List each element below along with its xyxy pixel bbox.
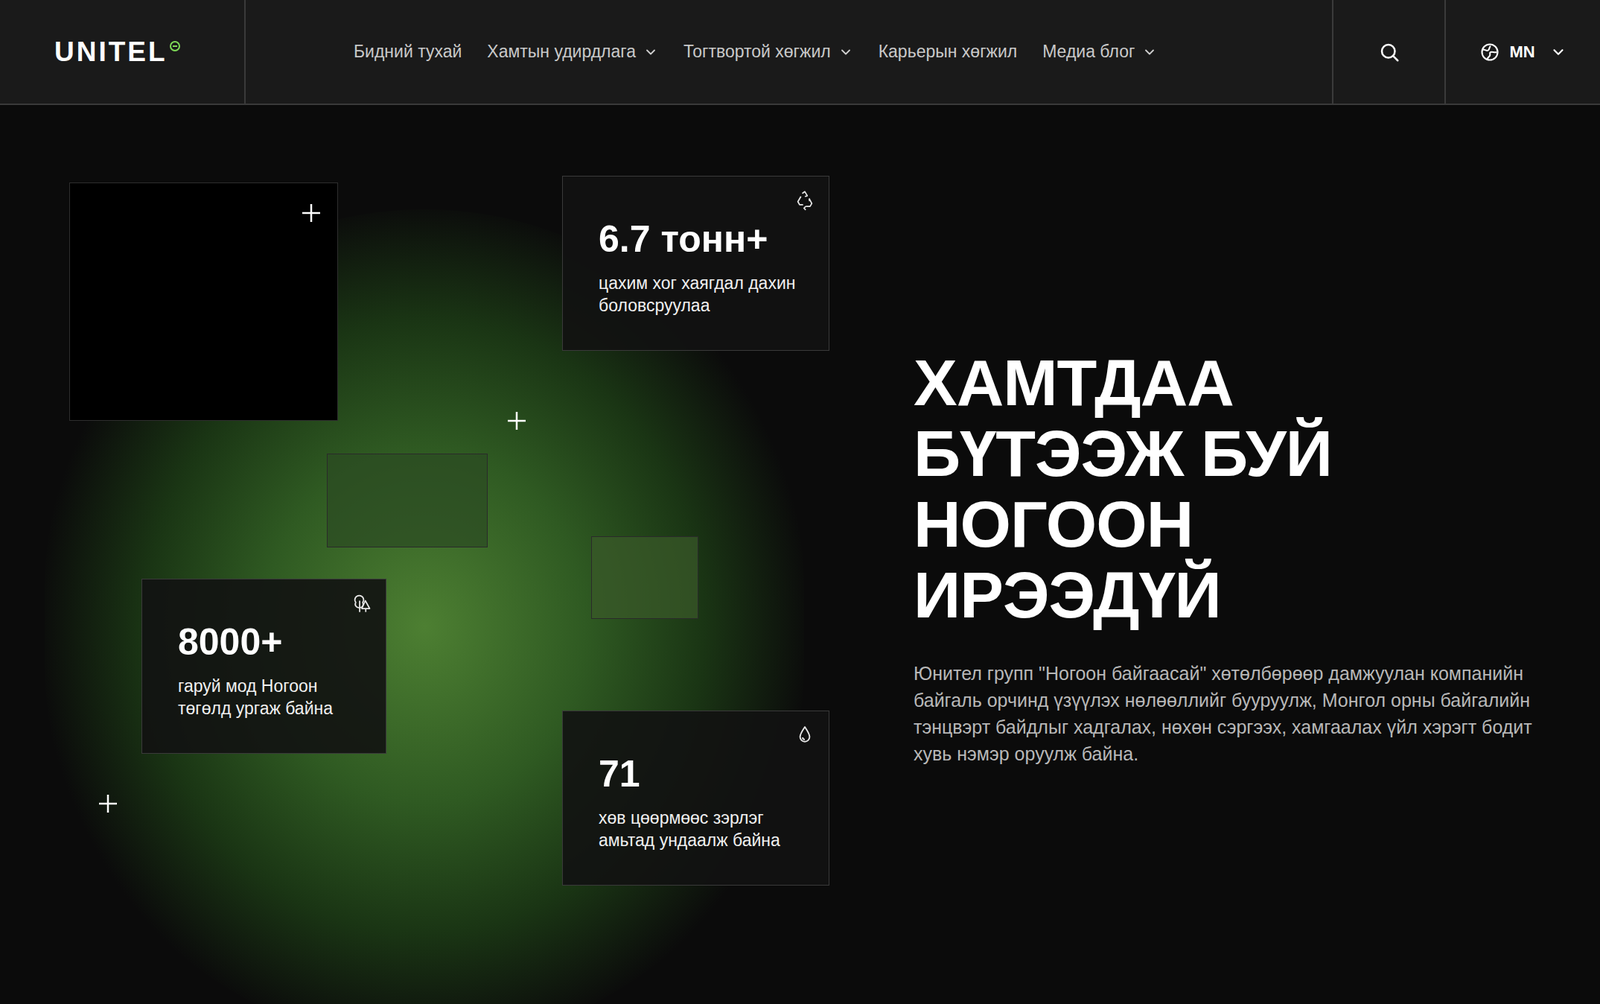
stat-label: цахим хог хаягдал дахин боловсруулаа — [598, 271, 799, 317]
plus-icon — [506, 410, 528, 432]
search-button[interactable] — [1331, 0, 1446, 104]
hero-visual: 6.7 тонн+ цахим хог хаягдал дахин боловср… — [0, 104, 914, 1004]
blur-tile — [326, 453, 488, 548]
nav-item[interactable]: Тогтвортой хөгжил — [683, 38, 854, 65]
stat-value: 8000+ — [177, 619, 356, 665]
hero-title-line: ХАМТДАА — [913, 346, 1571, 418]
stat-card: 6.7 тонн+ цахим хог хаягдал дахин боловср… — [562, 175, 830, 351]
nav-label[interactable]: Хамтын удирдлага — [486, 38, 636, 65]
plus-icon — [300, 202, 322, 224]
water-icon — [794, 724, 816, 746]
main-nav: Бидний тухай Хамтын удирдлага Тогтвортой х… — [245, 0, 1332, 104]
language-selector[interactable]: MN — [1445, 0, 1600, 104]
logo-area[interactable]: UNITEL — [0, 0, 246, 104]
chevron-down-icon — [1142, 44, 1158, 60]
nav-label[interactable]: Карьерын хөгжил — [878, 38, 1018, 65]
stat-label: хөв цөөрмөөс зэрлэг амьтад ундаалж байна — [598, 806, 799, 852]
recycle-icon — [794, 189, 816, 211]
hero-description: Юнител групп "Ногоон байгаасай" хөтөлбөр… — [913, 659, 1547, 767]
stat-card: 8000+ гаруй мод Ногоон төгөлд ургаж байна — [141, 578, 387, 754]
hero-title-line: ИРЭЭДҮЙ — [913, 559, 1571, 630]
empty-frame — [69, 182, 339, 421]
chevron-down-icon — [643, 44, 659, 60]
logo-leaf-icon — [169, 40, 181, 53]
hero-title-line: НОГООН — [913, 488, 1571, 560]
chevron-down-icon — [1550, 43, 1567, 61]
language-label[interactable]: MN — [1509, 39, 1535, 65]
nav-label[interactable]: Тогтвортой хөгжил — [683, 38, 831, 65]
stat-value: 71 — [598, 751, 799, 796]
hero-title: ХАМТДААБҮТЭЭЖ БУЙНОГООНИРЭЭДҮЙ — [913, 346, 1571, 630]
nav-label[interactable]: Медиа блог — [1042, 38, 1135, 65]
nav-item[interactable]: Карьерын хөгжил — [878, 38, 1018, 65]
stat-card: 71 хөв цөөрмөөс зэрлэг амьтад ундаалж бай… — [562, 710, 830, 886]
plus-icon — [97, 792, 119, 814]
nav-item[interactable]: Бидний тухай — [353, 38, 462, 65]
nav-item[interactable]: Хамтын удирдлага — [486, 38, 659, 65]
stat-value: 6.7 тонн+ — [598, 216, 799, 262]
hero-section: 6.7 тонн+ цахим хог хаягдал дахин боловср… — [0, 104, 1600, 1004]
globe-icon — [1479, 41, 1501, 63]
logo-text[interactable]: UNITEL — [54, 37, 168, 66]
hero-text: ХАМТДААБҮТЭЭЖ БУЙНОГООНИРЭЭДҮЙ Юнител гру… — [913, 104, 1600, 1004]
search-icon — [1378, 40, 1401, 64]
site-header: UNITEL Бидний тухай Хамтын удирдлага Тогтво… — [0, 0, 1600, 105]
stat-label: гаруй мод Ногоон төгөлд ургаж байна — [177, 674, 356, 720]
nav-item[interactable]: Медиа блог — [1042, 38, 1158, 65]
nav-label[interactable]: Бидний тухай — [353, 38, 462, 65]
blur-tile — [591, 536, 699, 619]
hero-title-line: БҮТЭЭЖ БУЙ — [913, 417, 1571, 489]
tree-icon — [351, 592, 373, 614]
chevron-down-icon — [838, 44, 854, 60]
